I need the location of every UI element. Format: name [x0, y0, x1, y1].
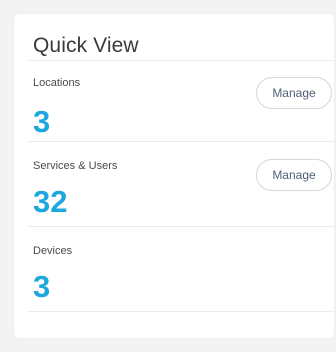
services-users-section: Services & Users 32 Manage — [28, 156, 334, 228]
devices-label: Devices — [33, 245, 73, 257]
quick-view-card: Quick View Locations 3 Manage Services &… — [14, 14, 334, 338]
locations-count: 3 — [33, 104, 51, 139]
manage-services-users-button[interactable]: Manage — [256, 159, 332, 191]
devices-count: 3 — [33, 269, 51, 304]
section-divider — [28, 311, 334, 312]
card-title: Quick View — [33, 34, 139, 57]
devices-section: Devices 3 — [28, 241, 334, 313]
section-divider — [28, 141, 334, 142]
section-divider — [28, 226, 334, 227]
services-users-label: Services & Users — [33, 160, 118, 172]
locations-section: Locations 3 Manage — [28, 72, 334, 142]
title-divider — [28, 60, 334, 61]
manage-locations-button[interactable]: Manage — [256, 77, 332, 109]
locations-label: Locations — [33, 77, 81, 89]
services-users-count: 32 — [33, 184, 68, 219]
